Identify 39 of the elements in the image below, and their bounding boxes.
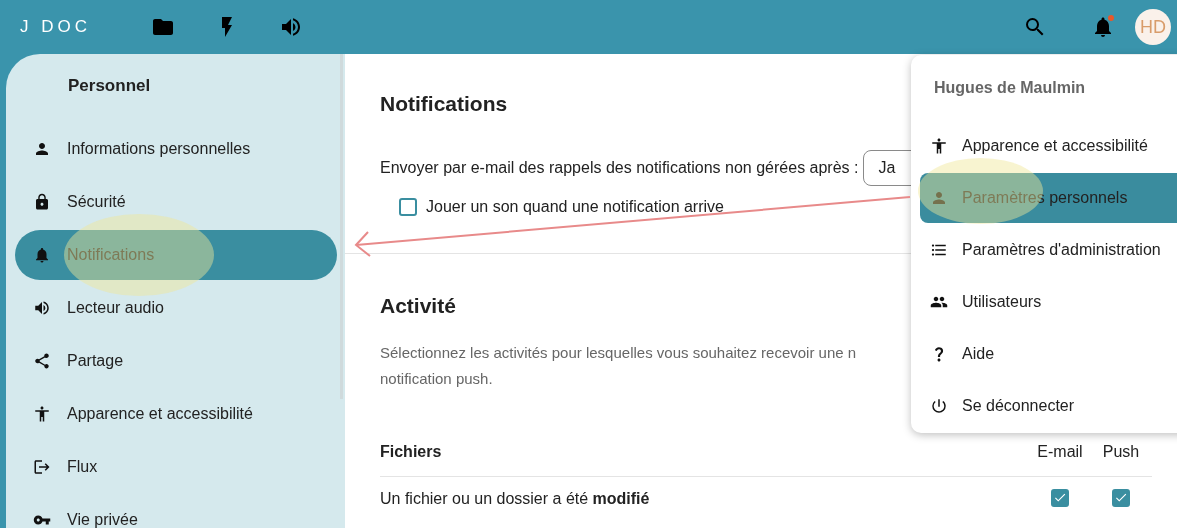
section-title: Notifications [380, 92, 508, 117]
person-icon [33, 140, 51, 158]
column-header: Push [1102, 443, 1140, 461]
description-text: notification push. [380, 369, 493, 389]
sidebar-item[interactable]: Lecteur audio [15, 283, 337, 333]
bell-icon [33, 246, 51, 264]
person-icon [930, 189, 948, 207]
speaker-icon [33, 299, 51, 317]
reminder-label: Envoyer par e-mail des rappels des notifications non gérées après : [380, 159, 859, 177]
accessibility-icon [930, 137, 948, 155]
menu-item[interactable]: Apparence et accessibilité [920, 121, 1177, 171]
sidebar-item[interactable]: Informations personnelles [15, 124, 337, 174]
sidebar-item[interactable]: Vie privée [15, 495, 337, 528]
sidebar-item[interactable]: Sécurité [15, 177, 337, 227]
menu-item[interactable]: Utilisateurs [920, 277, 1177, 327]
activity-label: Un fichier ou un dossier a été modifié [380, 490, 650, 508]
sidebar-item[interactable]: Partage [15, 336, 337, 386]
column-header: E-mail [1037, 443, 1083, 461]
push-checkbox[interactable] [1112, 488, 1130, 507]
sound-checkbox[interactable] [399, 198, 417, 216]
section-title: Activité [380, 294, 456, 319]
column-header: Fichiers [380, 443, 442, 461]
power-icon [930, 397, 948, 415]
menu-item[interactable]: Se déconnecter [920, 381, 1177, 431]
speaker-icon[interactable] [279, 15, 303, 39]
arrow-box-icon [33, 458, 51, 476]
accessibility-icon [33, 405, 51, 423]
sidebar-item[interactable]: Apparence et accessibilité [15, 389, 337, 439]
menu-item[interactable]: Paramètres d'administration [920, 225, 1177, 275]
sidebar-item[interactable]: Flux [15, 442, 337, 492]
menu-item[interactable]: Paramètres personnels [920, 173, 1177, 223]
menu-item[interactable]: Aide [920, 329, 1177, 379]
email-checkbox[interactable] [1051, 488, 1069, 507]
share-icon [33, 352, 51, 370]
checkbox-label: Jouer un son quand une notification arrive [426, 198, 724, 216]
description-text: Sélectionnez les activités pour lesquelles vous souhaitez recevoir une n [380, 343, 857, 363]
lock-icon [33, 193, 51, 211]
user-name: Hugues de Maulmin [934, 79, 1087, 98]
sidebar-title: Personnel [68, 76, 152, 96]
